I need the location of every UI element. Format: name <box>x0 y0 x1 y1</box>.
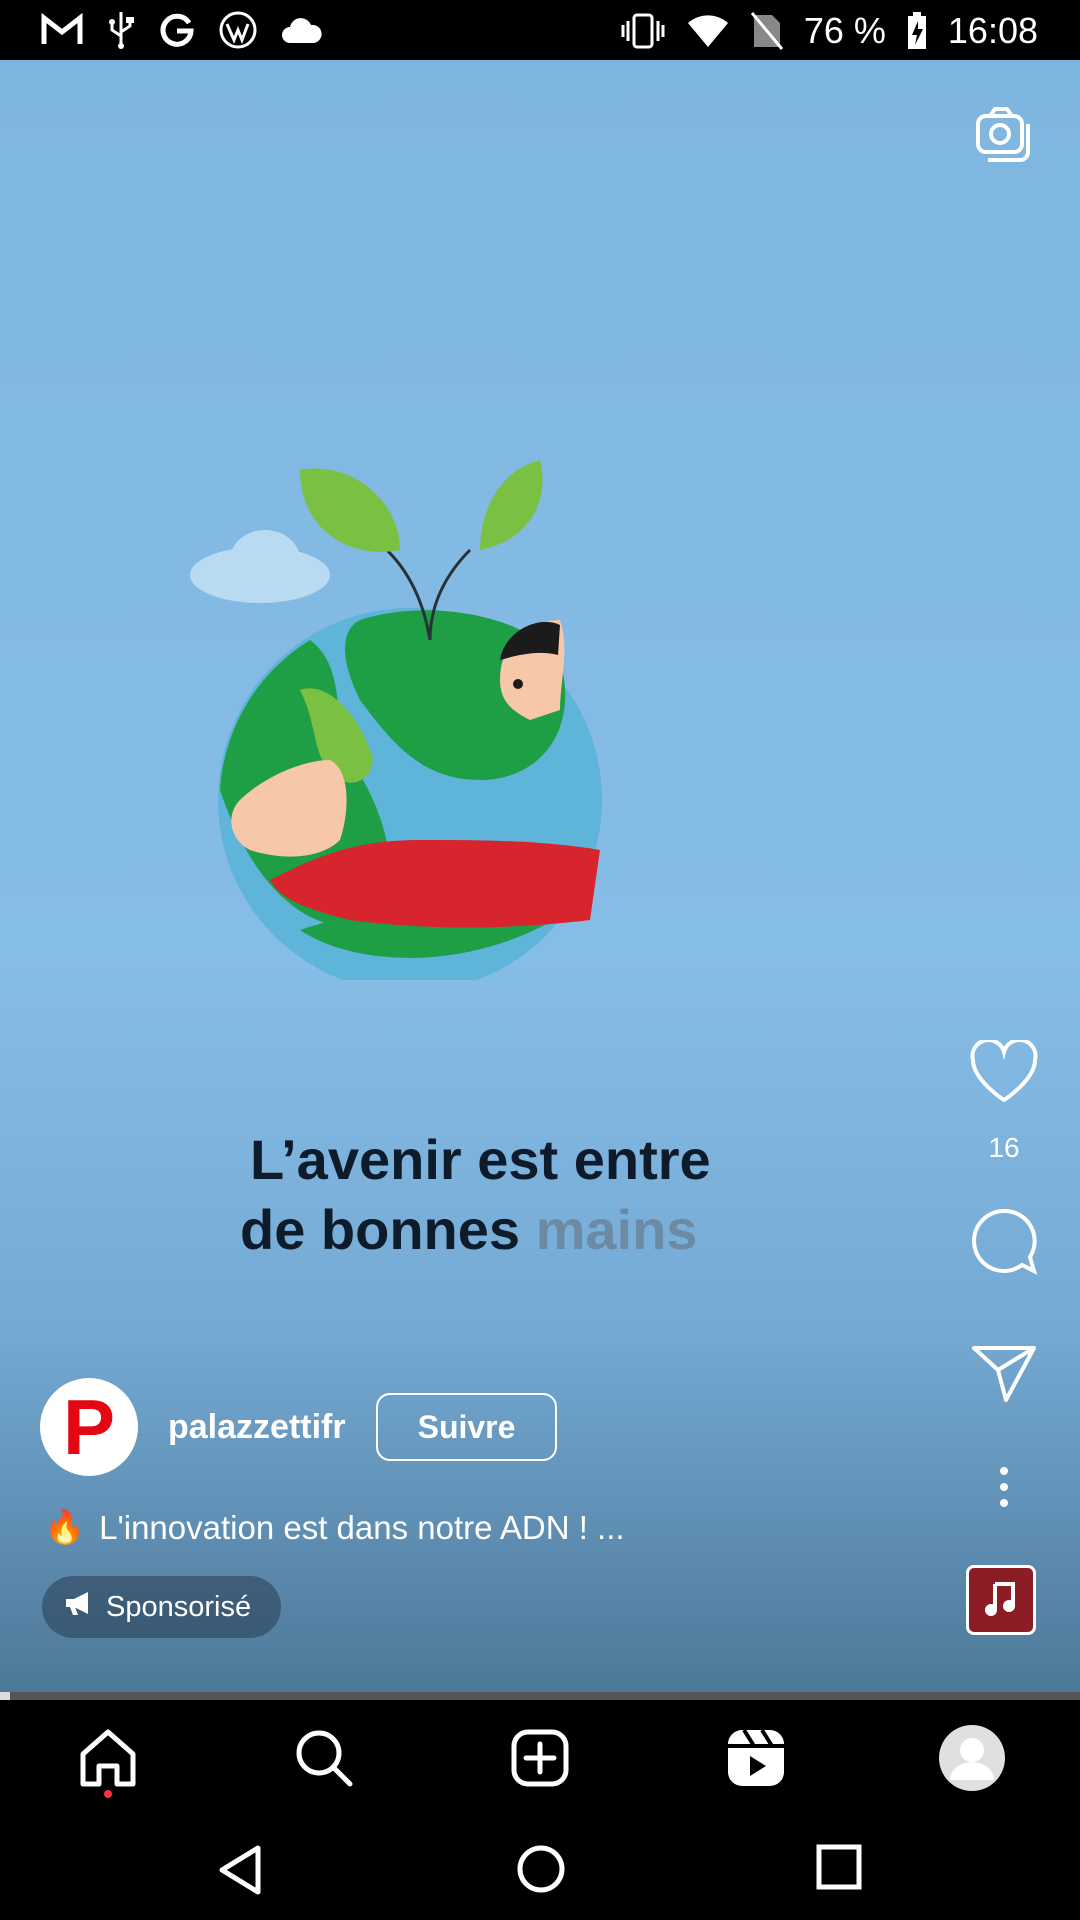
caption[interactable]: 🔥 L'innovation est dans notre ADN ! ... <box>44 1508 625 1547</box>
comment-button[interactable] <box>954 1207 1054 1282</box>
back-icon <box>216 1845 264 1900</box>
like-count: 16 <box>988 1132 1020 1163</box>
gmail-icon <box>40 12 84 48</box>
profile-icon <box>938 1724 1006 1797</box>
music-note-icon <box>983 1578 1019 1623</box>
video-overlay-text: L’avenir est entre de bonnes mains <box>240 1125 711 1265</box>
recents-button[interactable] <box>816 1844 862 1895</box>
nav-reels[interactable] <box>720 1724 792 1796</box>
heart-icon <box>969 1038 1039 1108</box>
reel-video[interactable]: L’avenir est entre de bonnes mains 16 P … <box>0 60 1080 1692</box>
sponsored-badge[interactable]: Sponsorisé <box>42 1576 282 1638</box>
fire-emoji: 🔥 <box>44 1508 86 1545</box>
send-icon <box>970 1346 1038 1408</box>
more-options-button[interactable] <box>954 1465 1054 1509</box>
cloud-icon <box>280 15 324 45</box>
battery-percent: 76 % <box>803 10 886 51</box>
create-icon <box>510 1728 570 1793</box>
back-button[interactable] <box>216 1844 264 1901</box>
nav-create[interactable] <box>504 1724 576 1796</box>
video-progress-bar[interactable] <box>0 1692 1080 1700</box>
wordpress-icon <box>218 10 258 50</box>
share-button[interactable] <box>954 1342 1054 1409</box>
battery-charging-icon <box>906 11 928 51</box>
author-row: P palazzettifr Suivre <box>40 1378 558 1476</box>
bottom-navigation <box>0 1700 1080 1820</box>
nav-search[interactable] <box>288 1724 360 1796</box>
nav-profile[interactable] <box>936 1724 1008 1796</box>
usb-icon <box>106 10 136 50</box>
system-navigation <box>0 1820 1080 1920</box>
more-vertical-icon <box>998 1467 1010 1518</box>
recents-icon <box>816 1844 862 1894</box>
comment-icon <box>969 1208 1039 1281</box>
overlay-line-2b: mains <box>535 1198 698 1261</box>
follow-button[interactable]: Suivre <box>375 1393 558 1461</box>
search-icon <box>293 1727 355 1794</box>
author-avatar[interactable]: P <box>40 1378 138 1476</box>
google-icon <box>158 11 196 49</box>
like-button[interactable] <box>954 1038 1054 1109</box>
megaphone-icon <box>64 1590 94 1624</box>
sponsored-label: Sponsorisé <box>106 1590 252 1623</box>
camera-icon[interactable] <box>974 104 1034 167</box>
earth-illustration <box>190 460 602 980</box>
vibrate-icon <box>620 11 666 51</box>
wifi-icon <box>686 13 730 49</box>
caption-text: L'innovation est dans notre ADN ! ... <box>99 1508 625 1546</box>
reels-icon <box>726 1728 786 1793</box>
home-icon <box>77 1728 139 1793</box>
notification-dot <box>104 1790 112 1798</box>
no-sim-icon <box>750 11 784 51</box>
nav-home[interactable] <box>72 1724 144 1796</box>
status-bar: 76 % 16:08 <box>0 0 1080 60</box>
clock: 16:08 <box>947 10 1038 51</box>
author-username[interactable]: palazzettifr <box>168 1408 346 1447</box>
overlay-line-1: L’avenir est entre <box>250 1128 711 1191</box>
home-system-button[interactable] <box>516 1844 566 1899</box>
overlay-line-2a: de bonnes <box>240 1198 536 1261</box>
home-circle-icon <box>516 1845 566 1898</box>
audio-button[interactable] <box>966 1565 1036 1635</box>
